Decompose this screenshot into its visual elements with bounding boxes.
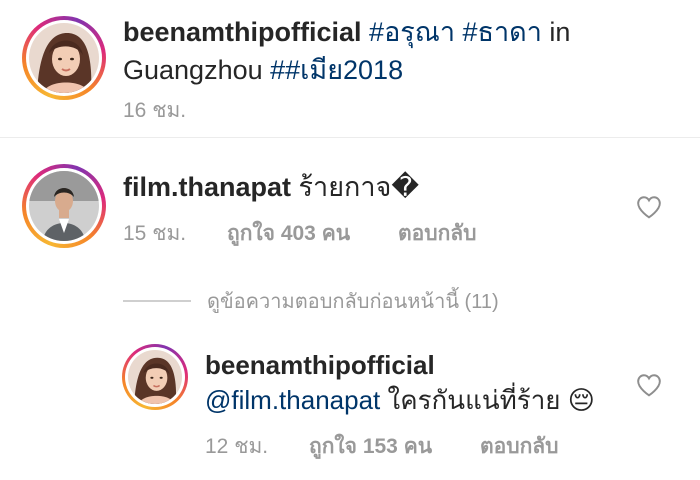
woman-portrait-image [128, 350, 182, 404]
hashtag-thada[interactable]: #ธาดา [463, 17, 542, 47]
avatar-photo [29, 23, 99, 93]
reply-likes[interactable]: ถูกใจ 153 คน [309, 430, 432, 463]
location-text: Guangzhou [123, 55, 263, 85]
reply-text: ใครกันแน่ที่ร้าย [387, 385, 561, 415]
reply-mention[interactable]: @film.thanapat [205, 385, 380, 415]
in-text: in [549, 17, 571, 47]
pensive-face-emoji: 😔 [567, 385, 595, 415]
post-time: 16 ชม. [123, 99, 187, 122]
reply-likes-count: ถูกใจ 153 คน [309, 435, 433, 458]
heart-icon[interactable] [636, 373, 662, 397]
reply-time: 12 ชม. [205, 435, 269, 458]
comment-body: film.thanapat ร้ายกาจ� [123, 169, 419, 205]
post-author-avatar[interactable] [22, 16, 106, 100]
comment-time: 15 ชม. [123, 222, 187, 245]
avatar-photo [29, 171, 99, 241]
comment-likes-count: ถูกใจ 403 คน [227, 222, 351, 245]
heart-icon[interactable] [636, 195, 662, 219]
reply-label: ตอบกลับ [480, 435, 559, 458]
hashtag-mia2018[interactable]: ##เมีย2018 [270, 55, 403, 85]
comment-reply-button[interactable]: ตอบกลับ [398, 217, 477, 250]
reply-thread-line [123, 300, 191, 302]
woman-portrait-image [29, 23, 99, 93]
hashtag-aruna[interactable]: #อรุณา [369, 17, 455, 47]
reply-label: ตอบกลับ [398, 222, 477, 245]
comment-text: ร้ายกาจ� [298, 172, 420, 202]
man-portrait-image [29, 171, 99, 241]
comment-author-avatar[interactable] [22, 164, 106, 248]
comment-username[interactable]: film.thanapat [123, 172, 291, 202]
instagram-comments-screen: beenamthipofficial #อรุณา #ธาดา in Guang… [0, 0, 700, 480]
view-replies-label: ดูข้อความตอบกลับก่อนหน้านี้ (11) [207, 291, 499, 313]
reply-author-avatar[interactable] [122, 344, 188, 410]
reply-body: beenamthipofficial @film.thanapat ใครกัน… [205, 348, 595, 418]
post-caption: beenamthipofficial #อรุณา #ธาดา in Guang… [123, 13, 683, 89]
reply-username[interactable]: beenamthipofficial [205, 350, 435, 380]
avatar-photo [128, 350, 182, 404]
divider [0, 137, 700, 138]
reply-reply-button[interactable]: ตอบกลับ [480, 430, 559, 463]
view-previous-replies-button[interactable]: ดูข้อความตอบกลับก่อนหน้านี้ (11) [123, 285, 499, 317]
comment-likes[interactable]: ถูกใจ 403 คน [227, 217, 350, 250]
post-username[interactable]: beenamthipofficial [123, 17, 362, 47]
